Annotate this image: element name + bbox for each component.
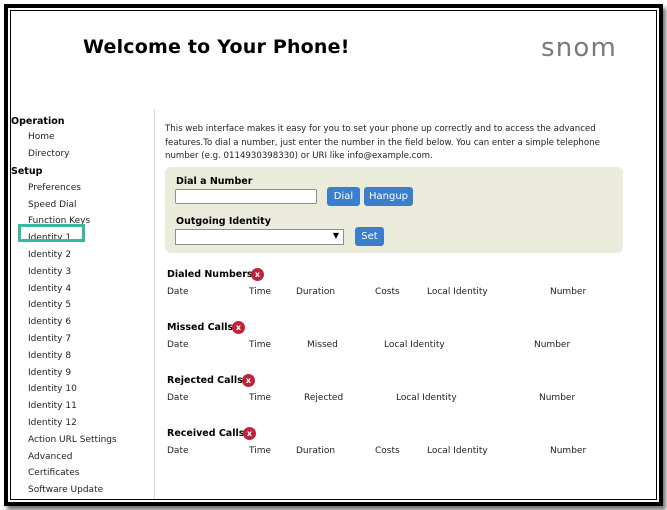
clear-missed-icon[interactable]: x: [232, 321, 245, 334]
outgoing-identity-select[interactable]: ▼: [175, 229, 344, 245]
dialed-numbers-title: Dialed Numbers: [167, 269, 253, 280]
sidebar-item-directory[interactable]: Directory: [28, 149, 69, 159]
dialed-col-local-identity: Local Identity: [427, 287, 488, 297]
received-col-number: Number: [550, 446, 587, 456]
rejected-col-date: Date: [167, 393, 189, 403]
sidebar-item-certificates[interactable]: Certificates: [28, 468, 79, 478]
sidebar-section-operation: Operation: [11, 116, 65, 127]
window-frame: Welcome to Your Phone! snom Operation Ho…: [4, 4, 663, 506]
sidebar-item-action-url-settings[interactable]: Action URL Settings: [28, 435, 117, 445]
intro-text: This web interface makes it easy for you…: [165, 124, 600, 161]
sidebar-item-home[interactable]: Home: [28, 132, 55, 142]
sidebar-item-advanced[interactable]: Advanced: [28, 452, 72, 462]
dial-button[interactable]: Dial: [327, 187, 360, 206]
sidebar-item-preferences[interactable]: Preferences: [28, 183, 81, 193]
sidebar: Operation Home Directory Setup Preferenc…: [11, 107, 155, 499]
rejected-col-local-identity: Local Identity: [396, 393, 457, 403]
sidebar-item-identity-6[interactable]: Identity 6: [28, 317, 71, 327]
set-button[interactable]: Set: [355, 227, 384, 246]
sidebar-item-identity-10[interactable]: Identity 10: [28, 384, 77, 394]
missed-col-missed: Missed: [307, 340, 338, 350]
rejected-col-time: Time: [249, 393, 272, 403]
rejected-col-number: Number: [539, 393, 576, 403]
dial-number-input[interactable]: [175, 189, 317, 204]
clear-rejected-icon[interactable]: x: [242, 374, 255, 387]
sidebar-section-setup: Setup: [11, 166, 43, 177]
outgoing-identity-label: Outgoing Identity: [176, 216, 271, 227]
rejected-calls-title: Rejected Calls: [167, 375, 243, 386]
dialed-col-duration: Duration: [296, 287, 336, 297]
clear-dialed-icon[interactable]: x: [251, 268, 264, 281]
sidebar-item-identity-11[interactable]: Identity 11: [28, 401, 77, 411]
missed-col-time: Time: [249, 340, 272, 350]
dial-panel: Dial a Number Dial Hangup Outgoing Ident…: [165, 167, 623, 253]
missed-col-date: Date: [167, 340, 189, 350]
clear-received-icon[interactable]: x: [243, 427, 256, 440]
missed-calls-title: Missed Calls: [167, 322, 234, 333]
snom-logo: snom: [541, 33, 618, 63]
page-title: Welcome to Your Phone!: [83, 36, 350, 58]
selected-item-highlight: [18, 224, 85, 242]
chevron-down-icon: ▼: [332, 231, 339, 240]
received-col-date: Date: [167, 446, 189, 456]
sidebar-item-speed-dial[interactable]: Speed Dial: [28, 200, 77, 210]
sidebar-item-identity-7[interactable]: Identity 7: [28, 334, 71, 344]
hangup-button[interactable]: Hangup: [364, 187, 413, 206]
received-col-duration: Duration: [296, 446, 336, 456]
received-calls-title: Received Calls: [167, 428, 245, 439]
sidebar-item-software-update[interactable]: Software Update: [28, 485, 103, 495]
sidebar-item-identity-3[interactable]: Identity 3: [28, 267, 71, 277]
rejected-col-rejected: Rejected: [304, 393, 344, 403]
phone-web-ui: Welcome to Your Phone! snom Operation Ho…: [10, 10, 657, 500]
missed-col-number: Number: [534, 340, 571, 350]
received-col-local-identity: Local Identity: [427, 446, 488, 456]
dialed-col-number: Number: [550, 287, 587, 297]
dialed-col-costs: Costs: [375, 287, 400, 297]
sidebar-item-identity-5[interactable]: Identity 5: [28, 300, 71, 310]
dialed-col-time: Time: [249, 287, 272, 297]
sidebar-item-identity-8[interactable]: Identity 8: [28, 351, 71, 361]
sidebar-item-identity-12[interactable]: Identity 12: [28, 418, 77, 428]
dial-number-label: Dial a Number: [176, 176, 253, 187]
missed-col-local-identity: Local Identity: [384, 340, 445, 350]
sidebar-item-identity-2[interactable]: Identity 2: [28, 250, 71, 260]
dialed-col-date: Date: [167, 287, 189, 297]
received-col-costs: Costs: [375, 446, 400, 456]
sidebar-item-identity-4[interactable]: Identity 4: [28, 284, 71, 294]
sidebar-item-identity-9[interactable]: Identity 9: [28, 368, 71, 378]
received-col-time: Time: [249, 446, 272, 456]
